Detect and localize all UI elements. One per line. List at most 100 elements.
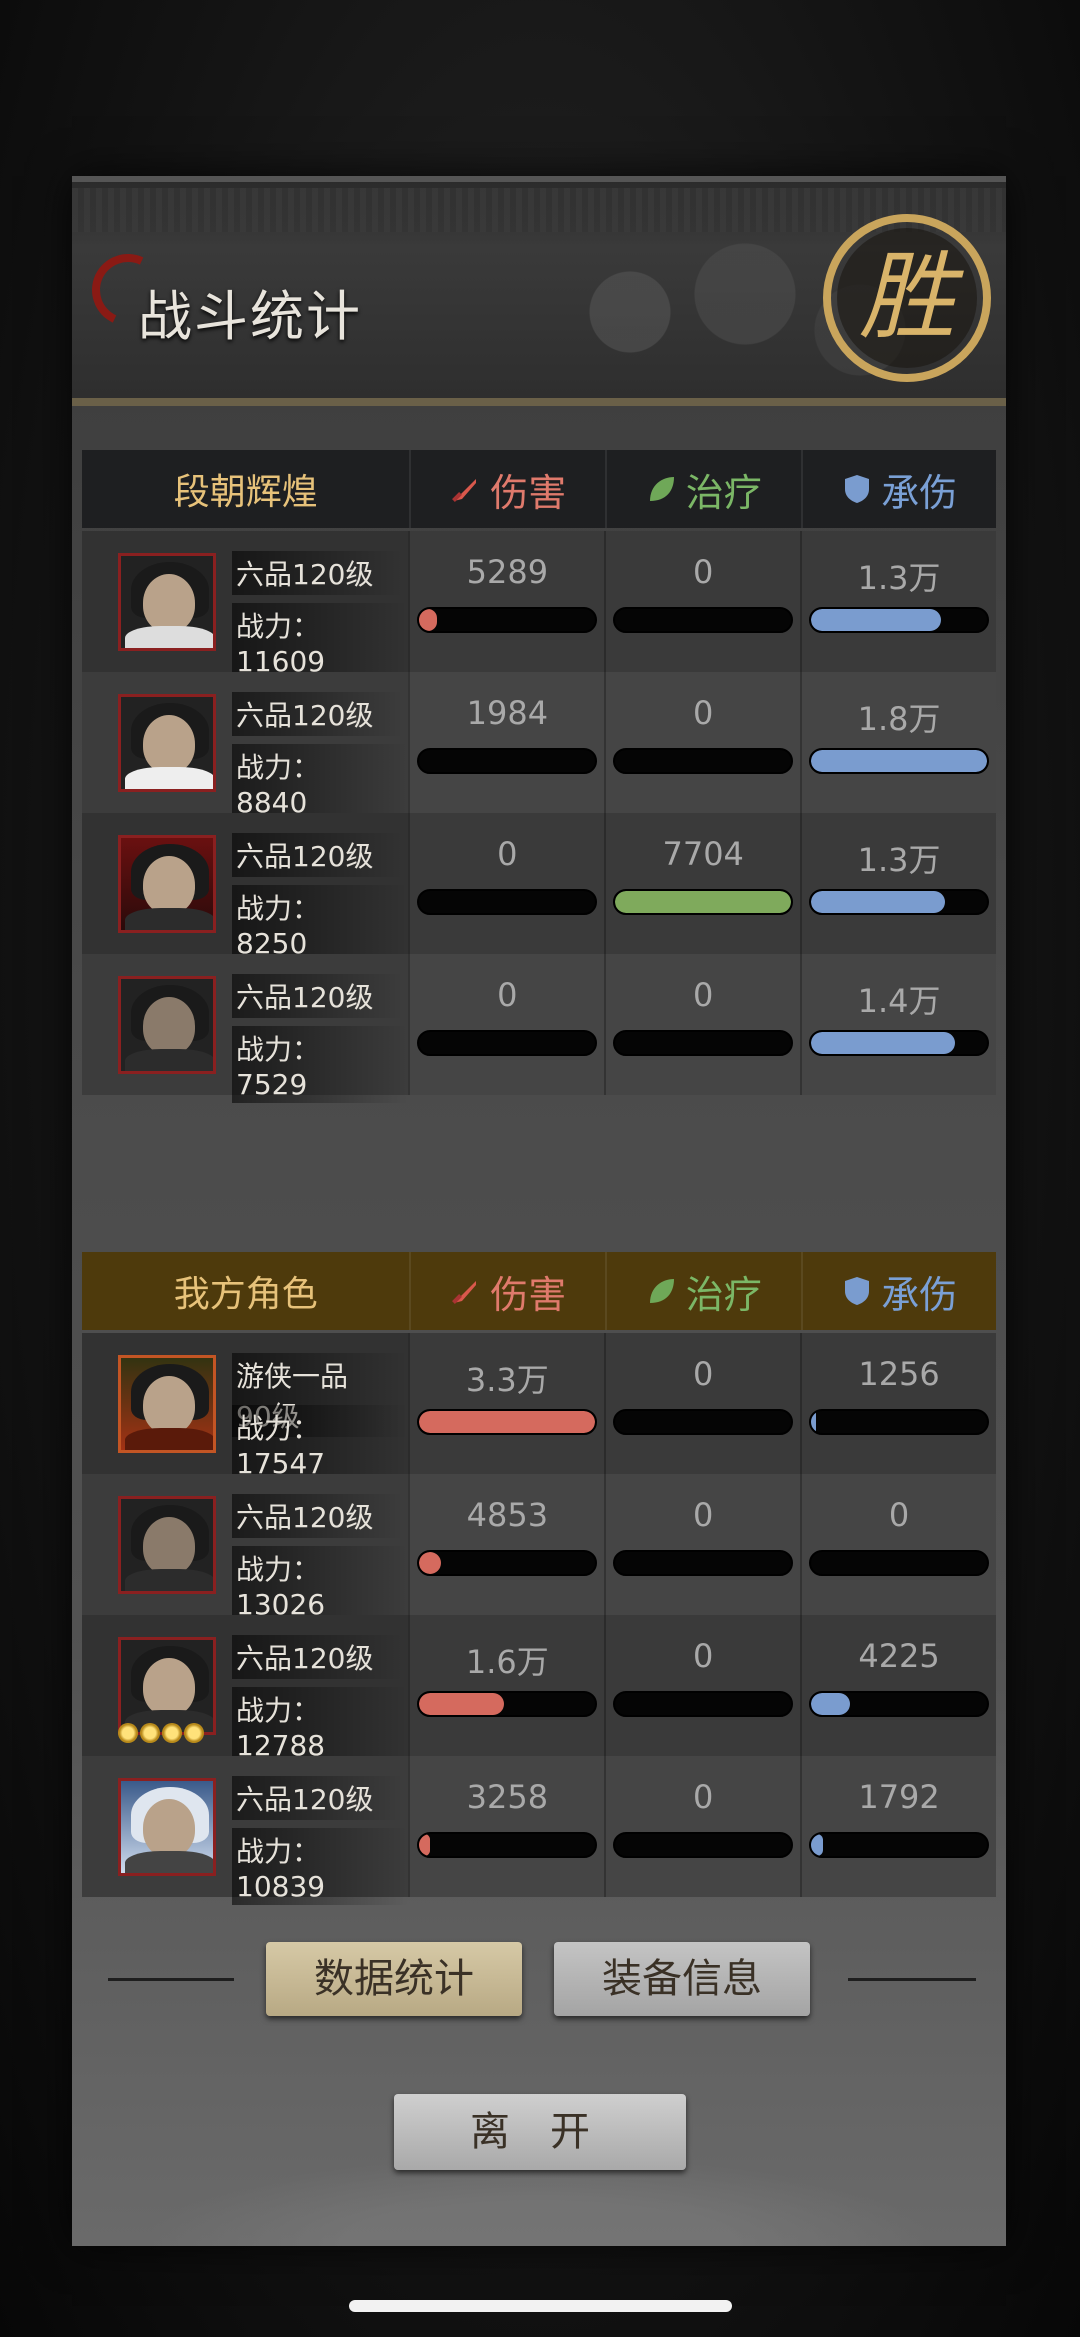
tanking-column-label: 承伤 [881, 1272, 958, 1317]
tanking-bar-fill [811, 750, 987, 772]
shield-icon [845, 475, 870, 503]
leave-button[interactable]: 离开 [394, 2094, 686, 2170]
healing-bar-fill [615, 891, 792, 913]
healing-cell: 0 [604, 1615, 800, 1756]
ally-row[interactable]: 六品120级 战力：10839 3258 0 1792 [82, 1756, 996, 1905]
character-level: 六品120级 [232, 1494, 404, 1538]
character-info: 游侠一品90级 战力：17547 [82, 1333, 409, 1482]
tanking-value: 1256 [858, 1355, 940, 1393]
healing-bar [613, 889, 794, 915]
character-info: 六品120级 战力：12788 [82, 1615, 409, 1764]
healing-cell: 0 [604, 1474, 800, 1615]
damage-bar [417, 748, 598, 774]
damage-bar [417, 1832, 598, 1858]
enemy-row[interactable]: 六品120级 战力：8250 0 7704 1.3万 [82, 813, 996, 962]
ally-row[interactable]: 六品120级 战力：12788 1.6万 0 4225 [82, 1615, 996, 1764]
tanking-bar-fill [811, 1834, 824, 1856]
healing-value: 0 [693, 694, 714, 732]
tanking-bar-fill [811, 1693, 850, 1715]
character-info: 六品120级 战力：8250 [82, 813, 409, 962]
divider-left [108, 1978, 234, 1981]
damage-cell: 3.3万 [408, 1333, 604, 1474]
character-avatar[interactable] [118, 553, 216, 651]
home-indicator[interactable] [349, 2300, 732, 2312]
sword-icon [452, 1281, 477, 1304]
healing-bar [613, 607, 794, 633]
healing-bar [613, 1550, 794, 1576]
ally-team-header: 我方角色 伤害 治疗 承伤 [82, 1252, 996, 1330]
damage-cell: 5289 [408, 531, 604, 672]
character-power: 战力：7529 [232, 1026, 409, 1103]
character-info: 六品120级 战力：11609 [82, 531, 409, 680]
tanking-value: 1.4万 [857, 982, 941, 1020]
character-avatar[interactable] [118, 976, 216, 1074]
victory-seal-icon: 胜 [812, 180, 1002, 406]
damage-cell: 1.6万 [408, 1615, 604, 1756]
tanking-bar [809, 1691, 989, 1717]
star-icon [118, 1723, 138, 1743]
character-avatar[interactable] [118, 835, 216, 933]
character-power: 战力：10839 [232, 1828, 409, 1905]
damage-cell: 0 [408, 813, 604, 954]
divider-right [848, 1978, 976, 1981]
character-info: 六品120级 战力：10839 [82, 1756, 409, 1905]
character-avatar[interactable] [118, 1637, 216, 1735]
damage-bar-fill [419, 1834, 430, 1856]
damage-value: 0 [497, 976, 518, 1014]
damage-value: 3258 [466, 1778, 549, 1816]
ally-row[interactable]: 六品120级 战力：13026 4853 0 0 [82, 1474, 996, 1623]
tanking-bar [809, 1550, 989, 1576]
character-level: 六品120级 [232, 551, 404, 595]
data-stats-tab[interactable]: 数据统计 [266, 1942, 522, 2016]
character-avatar[interactable] [118, 1355, 216, 1453]
healing-value: 0 [693, 976, 714, 1014]
damage-bar-fill [419, 1552, 441, 1574]
healing-cell: 0 [604, 954, 800, 1095]
character-avatar[interactable] [118, 1778, 216, 1876]
enemy-row[interactable]: 六品120级 战力：8840 1984 0 1.8万 [82, 672, 996, 821]
tanking-bar-fill [811, 1032, 956, 1054]
damage-value: 4853 [466, 1496, 549, 1534]
damage-bar [417, 607, 598, 633]
leaf-icon [649, 477, 674, 501]
healing-bar [613, 1691, 794, 1717]
equipment-info-tab[interactable]: 装备信息 [554, 1942, 810, 2016]
ally-row[interactable]: 游侠一品90级 战力：17547 3.3万 0 1256 [82, 1333, 996, 1482]
tanking-value: 0 [888, 1496, 910, 1534]
page-title: 战斗统计 [138, 285, 362, 348]
damage-cell: 1984 [408, 672, 604, 813]
tanking-cell: 1.3万 [800, 813, 996, 954]
healing-value: 0 [693, 1355, 714, 1393]
damage-bar [417, 1550, 598, 1576]
enemy-row[interactable]: 六品120级 战力：11609 5289 0 1.3万 [82, 531, 996, 680]
damage-bar-fill [419, 1693, 504, 1715]
damage-bar [417, 889, 598, 915]
healing-bar [613, 1832, 794, 1858]
damage-cell: 4853 [408, 1474, 604, 1615]
tanking-bar [809, 607, 989, 633]
star-icon [162, 1723, 182, 1743]
damage-bar [417, 1691, 598, 1717]
leaf-icon [649, 1279, 674, 1303]
healing-cell: 0 [604, 1333, 800, 1474]
enemy-row[interactable]: 六品120级 战力：7529 0 0 1.4万 [82, 954, 996, 1103]
character-level: 六品120级 [232, 1635, 404, 1679]
tanking-value: 1.3万 [857, 559, 941, 597]
tanking-value: 1.3万 [857, 841, 941, 879]
tanking-bar [809, 889, 989, 915]
sword-icon [452, 479, 477, 502]
tanking-bar-fill [811, 609, 942, 631]
tanking-cell: 1.8万 [800, 672, 996, 813]
character-avatar[interactable] [118, 1496, 216, 1594]
tanking-value: 4225 [858, 1637, 940, 1675]
tanking-bar [809, 748, 989, 774]
tanking-column-header: 承伤 [800, 1252, 997, 1330]
damage-column-header: 伤害 [409, 1252, 605, 1330]
character-avatar[interactable] [118, 694, 216, 792]
tanking-bar [809, 1030, 989, 1056]
ally-team-name: 我方角色 [173, 1274, 318, 1315]
tanking-cell: 4225 [800, 1615, 996, 1756]
damage-value: 1984 [466, 694, 549, 732]
healing-column-header: 治疗 [604, 450, 801, 528]
healing-cell: 0 [604, 672, 800, 813]
